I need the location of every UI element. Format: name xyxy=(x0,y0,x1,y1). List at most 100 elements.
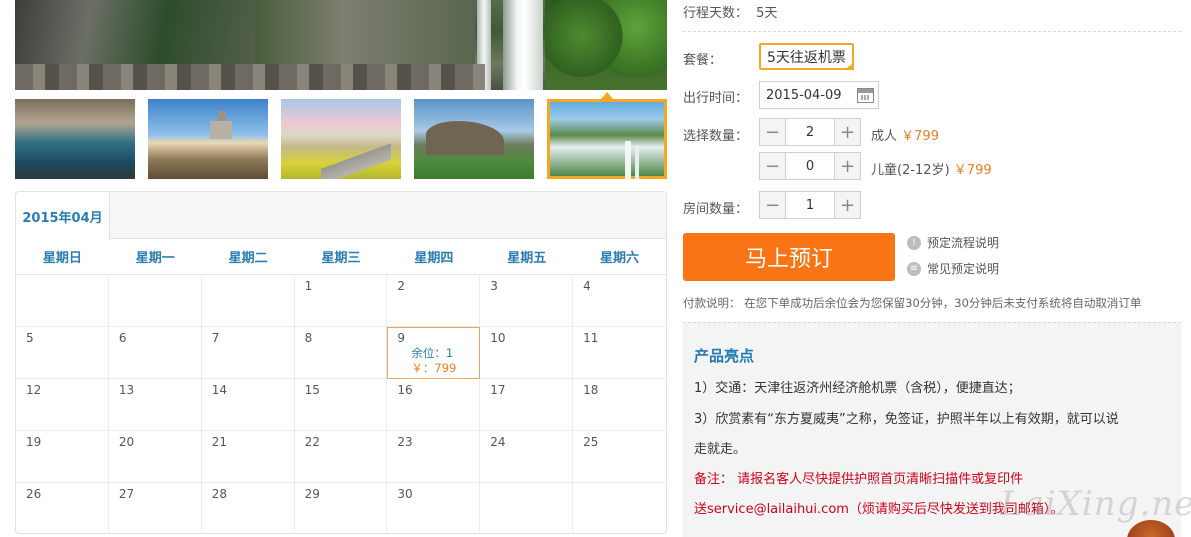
child-price: ￥799 xyxy=(953,163,992,178)
day-number: 30 xyxy=(397,487,413,501)
calendar-day[interactable]: 25 xyxy=(573,431,666,483)
day-number: 1 xyxy=(304,279,313,293)
calendar-day[interactable]: 13 xyxy=(108,379,202,431)
room-minus-button[interactable]: − xyxy=(760,192,786,218)
room-plus-button[interactable]: + xyxy=(834,192,860,218)
book-now-button[interactable]: 马上预订 xyxy=(683,233,895,281)
seats-left: 余位：1 xyxy=(411,346,454,360)
calendar-icon[interactable] xyxy=(857,88,874,103)
calendar-day[interactable]: 8 xyxy=(294,327,388,379)
adult-price: ￥799 xyxy=(901,129,939,144)
trip-days-row: 行程天数： 5天 xyxy=(683,2,777,21)
calendar-day[interactable]: 24 xyxy=(480,431,574,483)
child-price-label: 儿童(2-12岁) ￥799 xyxy=(871,159,992,178)
thumbnail-5-selected[interactable] xyxy=(547,99,667,179)
child-minus-button[interactable]: − xyxy=(760,153,786,179)
calendar-day xyxy=(201,275,295,327)
calendar-day[interactable]: 21 xyxy=(201,431,295,483)
thumbnail-1[interactable] xyxy=(15,99,135,179)
date-value: 2015-04-09 xyxy=(766,87,842,103)
day-number: 29 xyxy=(304,487,320,501)
weekday-header: 星期四 xyxy=(414,251,454,266)
day-number: 25 xyxy=(583,435,599,449)
calendar-day[interactable]: 6 xyxy=(108,327,202,379)
month-tab[interactable]: 2015年04月 xyxy=(16,192,110,240)
day-number: 27 xyxy=(118,487,135,501)
thumbnail-2[interactable] xyxy=(148,99,268,179)
calendar-grid: 1 2 3 4 5 6 7 8 9 余位：1 ￥：799 10 11 12 13 14 15 16 17 18 19 20… xyxy=(16,275,666,533)
calendar-day[interactable]: 7 xyxy=(201,327,295,379)
day-number: 11 xyxy=(583,331,599,345)
weekday-header: 星期三 xyxy=(321,251,361,266)
selected-thumbnail-pointer xyxy=(601,92,613,99)
child-plus-button[interactable]: + xyxy=(834,153,860,179)
calendar-day[interactable]: 20 xyxy=(108,431,202,483)
faq-link[interactable]: ≡ 常见预定说明 xyxy=(907,260,999,277)
package-label: 套餐： xyxy=(683,53,723,68)
day-number: 22 xyxy=(304,435,320,449)
day-number: 2 xyxy=(397,279,406,293)
adult-plus-button[interactable]: + xyxy=(834,119,860,145)
calendar-day[interactable]: 17 xyxy=(480,379,574,431)
day-number: 9 xyxy=(397,331,406,345)
day-number: 21 xyxy=(211,435,227,449)
day-number: 19 xyxy=(26,435,42,449)
calendar-day[interactable]: 16 xyxy=(387,379,481,431)
trip-days-label: 行程天数： xyxy=(683,6,749,21)
calendar-day[interactable]: 2 xyxy=(387,275,481,327)
adult-quantity-stepper: − 2 + xyxy=(759,118,861,146)
price-calendar: 2015年04月 星期日 星期一 星期二 星期三 星期四 星期五 星期六 123456789… xyxy=(15,191,667,534)
day-number: 16 xyxy=(397,383,413,397)
room-quantity-value[interactable]: 1 xyxy=(786,192,834,218)
calendar-day[interactable]: 3 xyxy=(480,275,574,327)
calendar-day[interactable]: 4 xyxy=(573,275,666,327)
calendar-day[interactable]: 12 xyxy=(16,379,109,431)
calendar-day[interactable]: 27 xyxy=(109,483,202,533)
calendar-day[interactable]: 14 xyxy=(201,379,295,431)
calendar-day-available[interactable]: 9 余位：1 ￥：799 xyxy=(387,327,481,379)
day-number: 12 xyxy=(26,383,42,397)
day-number: 4 xyxy=(583,279,591,293)
calendar-day[interactable]: 5 xyxy=(16,327,109,379)
calendar-day[interactable]: 23 xyxy=(387,431,481,483)
calendar-day[interactable]: 10 xyxy=(480,327,574,379)
day-number: 6 xyxy=(118,331,127,345)
calendar-day[interactable]: 18 xyxy=(573,379,666,431)
day-number: 17 xyxy=(490,383,506,397)
thumbnail-3[interactable] xyxy=(281,99,401,179)
calendar-day[interactable]: 22 xyxy=(294,431,388,483)
calendar-day[interactable]: 28 xyxy=(202,483,295,533)
day-number: 24 xyxy=(490,435,506,449)
calendar-day[interactable]: 29 xyxy=(295,483,388,533)
calendar-day xyxy=(573,483,666,533)
day-number: 7 xyxy=(211,331,220,345)
day-number: 18 xyxy=(583,383,599,397)
day-number: 10 xyxy=(490,331,506,345)
calendar-day[interactable]: 19 xyxy=(16,431,109,483)
date-label: 出行时间： xyxy=(683,91,749,106)
calendar-day[interactable]: 26 xyxy=(16,483,109,533)
date-input[interactable]: 2015-04-09 xyxy=(759,81,879,109)
package-option-selected[interactable]: 5天往返机票 xyxy=(759,43,854,70)
calendar-day[interactable]: 1 xyxy=(294,275,388,327)
thumbnail-4[interactable] xyxy=(414,99,534,179)
adult-quantity-value[interactable]: 2 xyxy=(786,119,834,145)
thumbnail-strip xyxy=(15,99,667,179)
calendar-day[interactable]: 11 xyxy=(573,327,666,379)
child-quantity-value[interactable]: 0 xyxy=(786,153,834,179)
highlight-line-2: 3）欣赏素有“东方夏威夷”之称，免签证，护照半年以上有效期，就可以说 xyxy=(694,412,1119,427)
calendar-day[interactable]: 15 xyxy=(294,379,388,431)
day-number: 23 xyxy=(397,435,413,449)
day-number: 15 xyxy=(304,383,320,397)
day-number: 26 xyxy=(26,487,42,501)
day-number: 14 xyxy=(211,383,227,397)
room-label: 房间数量： xyxy=(683,202,749,217)
day-number: 28 xyxy=(211,487,227,501)
weekday-header: 星期五 xyxy=(507,251,547,266)
adult-minus-button[interactable]: − xyxy=(760,119,786,145)
calendar-day[interactable]: 30 xyxy=(387,483,481,533)
highlights-title: 产品亮点 xyxy=(694,347,755,365)
weekday-header: 星期二 xyxy=(228,251,268,266)
booking-process-link[interactable]: ! 预定流程说明 xyxy=(907,234,999,251)
day-price: ￥：799 xyxy=(411,361,457,375)
